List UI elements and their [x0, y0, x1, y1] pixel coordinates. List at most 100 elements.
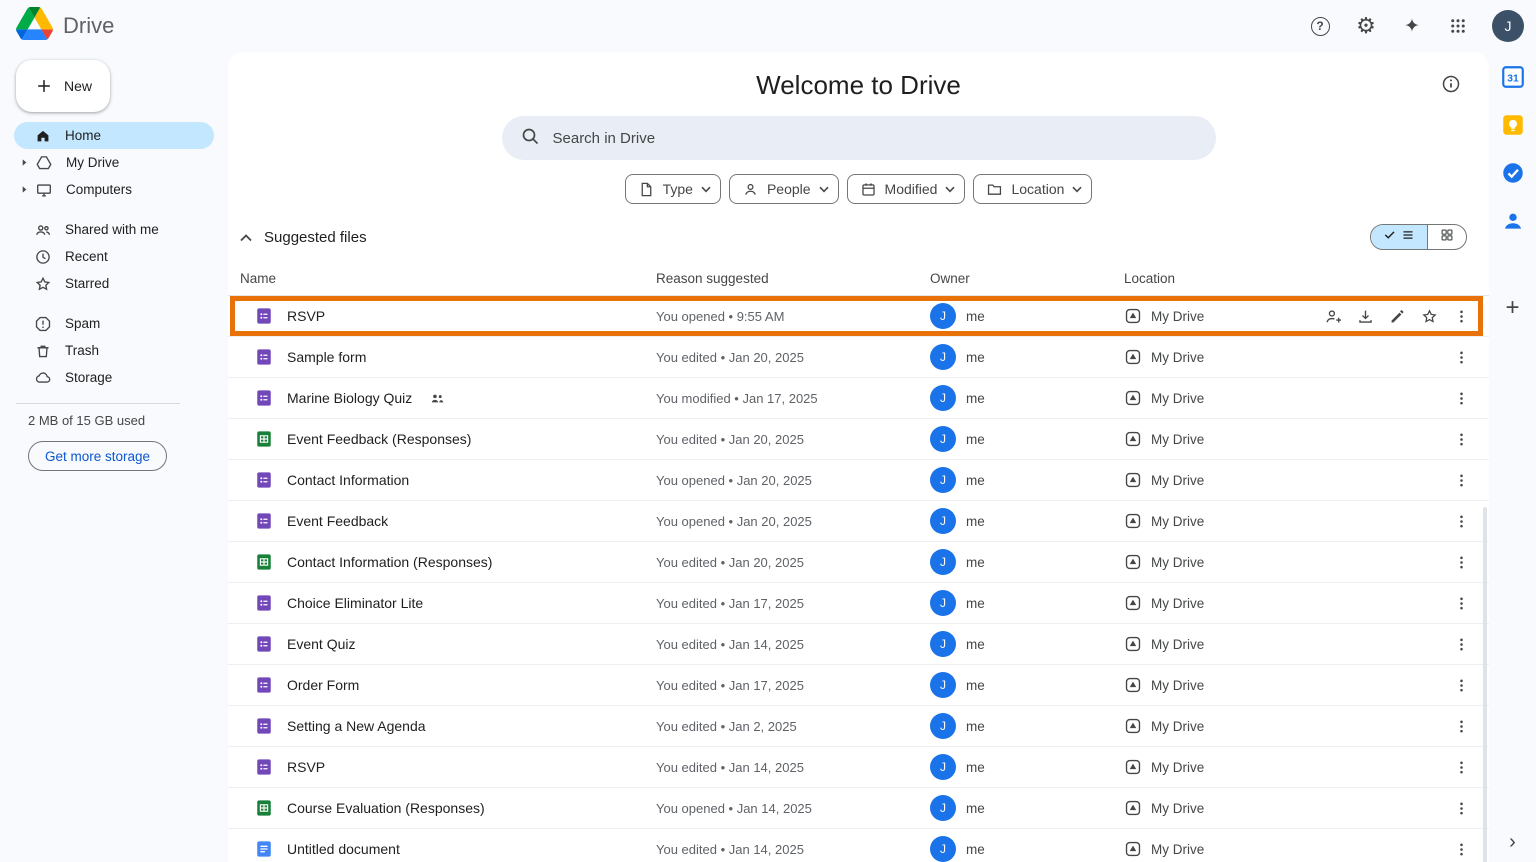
more-actions-icon[interactable]: [1449, 632, 1473, 656]
expand-panel-chevron-icon[interactable]: ›: [1509, 831, 1516, 854]
sidebar-item-my-drive[interactable]: My Drive: [14, 149, 214, 176]
location-cell[interactable]: My Drive: [1124, 553, 1303, 571]
file-row[interactable]: Sample formYou edited • Jan 20, 2025JmeM…: [228, 337, 1489, 378]
owner-label: me: [966, 555, 985, 570]
more-actions-icon[interactable]: [1449, 427, 1473, 451]
sidebar-item-storage[interactable]: Storage: [14, 364, 214, 391]
more-actions-icon[interactable]: [1449, 673, 1473, 697]
calendar-icon: [860, 181, 877, 198]
download-icon[interactable]: [1353, 304, 1377, 328]
location-filter-chip[interactable]: Location: [973, 174, 1092, 204]
location-cell[interactable]: My Drive: [1124, 676, 1303, 694]
google-apps-grid-icon[interactable]: [1438, 6, 1478, 46]
grid-view-button[interactable]: [1427, 225, 1466, 249]
file-row[interactable]: RSVPYou opened • 9:55 AMJmeMy Drive: [228, 296, 1489, 337]
sidebar-item-shared-with-me[interactable]: Shared with me: [14, 216, 214, 243]
gemini-sparkle-icon[interactable]: [1392, 6, 1432, 46]
user-avatar[interactable]: J: [1492, 10, 1524, 42]
list-view-button[interactable]: [1371, 225, 1427, 249]
share-person-add-icon[interactable]: [1321, 304, 1345, 328]
calendar-app-icon[interactable]: 31: [1500, 64, 1526, 90]
location-cell[interactable]: My Drive: [1124, 594, 1303, 612]
people-filter-chip[interactable]: People: [729, 174, 839, 204]
location-cell[interactable]: My Drive: [1124, 799, 1303, 817]
type-filter-chip[interactable]: Type: [625, 174, 721, 204]
sidebar-item-starred[interactable]: Starred: [14, 270, 214, 297]
more-actions-icon[interactable]: [1449, 509, 1473, 533]
new-button[interactable]: New: [16, 60, 110, 112]
expand-caret-icon[interactable]: [20, 158, 29, 167]
row-actions: [1303, 591, 1473, 615]
forms-file-icon: [255, 307, 273, 325]
help-icon[interactable]: [1300, 6, 1340, 46]
file-row[interactable]: Order FormYou edited • Jan 17, 2025JmeMy…: [228, 665, 1489, 706]
column-location[interactable]: Location: [1124, 271, 1303, 286]
file-row[interactable]: Event QuizYou edited • Jan 14, 2025JmeMy…: [228, 624, 1489, 665]
column-reason-suggested[interactable]: Reason suggested: [656, 271, 930, 286]
drive-brand[interactable]: Drive: [16, 7, 114, 45]
search-bar[interactable]: [502, 116, 1216, 160]
contacts-app-icon[interactable]: [1500, 208, 1526, 234]
forms-file-icon: [255, 389, 273, 407]
file-row[interactable]: Setting a New AgendaYou edited • Jan 2, …: [228, 706, 1489, 747]
get-more-storage-button[interactable]: Get more storage: [28, 441, 167, 471]
file-row[interactable]: Event FeedbackYou opened • Jan 20, 2025J…: [228, 501, 1489, 542]
more-actions-icon[interactable]: [1449, 304, 1473, 328]
file-row[interactable]: Contact InformationYou opened • Jan 20, …: [228, 460, 1489, 501]
more-actions-icon[interactable]: [1449, 386, 1473, 410]
sidebar-item-computers[interactable]: Computers: [14, 176, 214, 203]
reason-suggested: You edited • Jan 20, 2025: [656, 555, 930, 570]
keep-app-icon[interactable]: [1500, 112, 1526, 138]
sidebar-item-recent[interactable]: Recent: [14, 243, 214, 270]
location-cell[interactable]: My Drive: [1124, 635, 1303, 653]
location-cell[interactable]: My Drive: [1124, 717, 1303, 735]
sidebar-item-trash[interactable]: Trash: [14, 337, 214, 364]
location-cell[interactable]: My Drive: [1124, 471, 1303, 489]
star-icon[interactable]: [1417, 304, 1441, 328]
reason-suggested: You edited • Jan 14, 2025: [656, 760, 930, 775]
column-owner[interactable]: Owner: [930, 271, 1124, 286]
file-row[interactable]: Course Evaluation (Responses)You opened …: [228, 788, 1489, 829]
sidebar-item-home[interactable]: Home: [14, 122, 214, 149]
location-cell[interactable]: My Drive: [1124, 758, 1303, 776]
file-row[interactable]: Contact Information (Responses)You edite…: [228, 542, 1489, 583]
more-actions-icon[interactable]: [1449, 755, 1473, 779]
rename-pencil-icon[interactable]: [1385, 304, 1409, 328]
location-cell[interactable]: My Drive: [1124, 307, 1303, 325]
person-icon: [742, 181, 759, 198]
location-cell[interactable]: My Drive: [1124, 348, 1303, 366]
file-row[interactable]: Event Feedback (Responses)You edited • J…: [228, 419, 1489, 460]
add-side-panel-app-icon[interactable]: +: [1505, 296, 1519, 320]
search-input[interactable]: [553, 130, 1206, 147]
more-actions-icon[interactable]: [1449, 714, 1473, 738]
file-row[interactable]: Choice Eliminator LiteYou edited • Jan 1…: [228, 583, 1489, 624]
owner-label: me: [966, 432, 985, 447]
file-name: RSVP: [287, 308, 325, 324]
tasks-app-icon[interactable]: [1500, 160, 1526, 186]
settings-icon[interactable]: [1346, 6, 1386, 46]
more-actions-icon[interactable]: [1449, 796, 1473, 820]
file-name-cell: Event Quiz: [255, 635, 656, 653]
file-row[interactable]: Untitled documentYou edited • Jan 14, 20…: [228, 829, 1489, 862]
more-actions-icon[interactable]: [1449, 468, 1473, 492]
more-actions-icon[interactable]: [1449, 550, 1473, 574]
location-cell[interactable]: My Drive: [1124, 389, 1303, 407]
info-icon[interactable]: [1439, 72, 1463, 96]
more-actions-icon[interactable]: [1449, 345, 1473, 369]
row-actions: [1303, 468, 1473, 492]
suggested-files-toggle[interactable]: Suggested files: [240, 229, 367, 246]
file-row[interactable]: RSVPYou edited • Jan 14, 2025JmeMy Drive: [228, 747, 1489, 788]
sidebar-item-spam[interactable]: Spam: [14, 310, 214, 337]
location-cell[interactable]: My Drive: [1124, 430, 1303, 448]
modified-filter-chip[interactable]: Modified: [847, 174, 966, 204]
more-actions-icon[interactable]: [1449, 591, 1473, 615]
more-actions-icon[interactable]: [1449, 837, 1473, 861]
column-name[interactable]: Name: [240, 271, 656, 286]
row-actions: [1303, 837, 1473, 861]
chevron-down-icon: [701, 186, 711, 193]
location-cell[interactable]: My Drive: [1124, 840, 1303, 858]
expand-caret-icon[interactable]: [20, 185, 29, 194]
location-cell[interactable]: My Drive: [1124, 512, 1303, 530]
file-row[interactable]: Marine Biology QuizYou modified • Jan 17…: [228, 378, 1489, 419]
vertical-scrollbar[interactable]: [1483, 507, 1487, 862]
